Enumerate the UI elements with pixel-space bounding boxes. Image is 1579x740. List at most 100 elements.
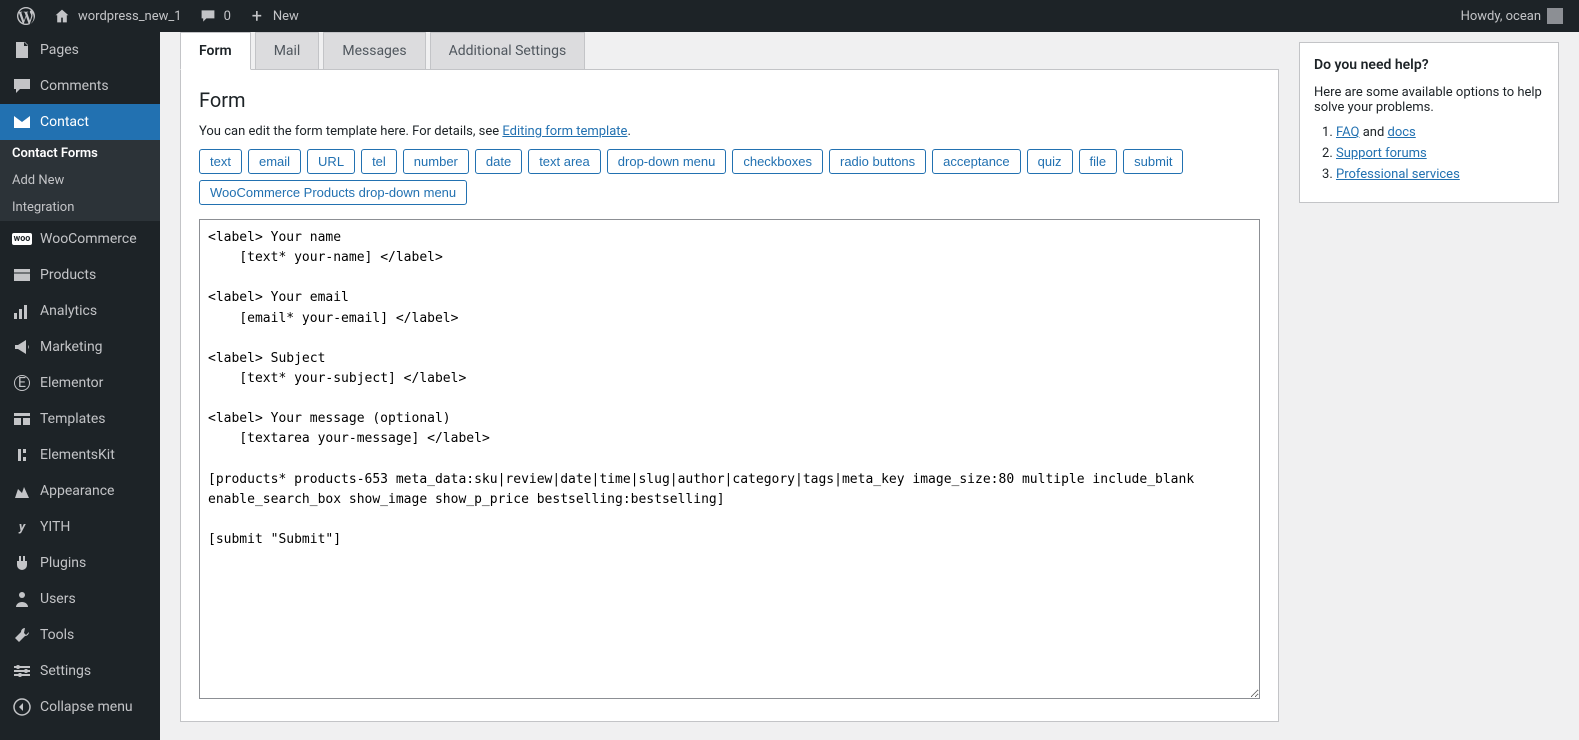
tag-button-file[interactable]: file [1079, 149, 1118, 174]
sidebar-item-label: Contact [40, 114, 89, 130]
topbar-left: wordpress_new_1 0 + New [8, 0, 307, 32]
sidebar-item-label: Users [40, 591, 76, 607]
tag-button-number[interactable]: number [403, 149, 469, 174]
sidebar-item-yith[interactable]: yYITH [0, 509, 160, 545]
tag-button-checkboxes[interactable]: checkboxes [732, 149, 823, 174]
panel-description: You can edit the form template here. For… [199, 124, 1260, 139]
sidebar-item-tools[interactable]: Tools [0, 617, 160, 653]
tag-button-submit[interactable]: submit [1123, 149, 1183, 174]
sidebar-item-elementskit[interactable]: ElementsKit [0, 437, 160, 473]
users-icon [12, 589, 32, 609]
sidebar-item-settings[interactable]: Settings [0, 653, 160, 689]
help-link[interactable]: docs [1388, 125, 1416, 140]
sidebar-subitem-add-new[interactable]: Add New [0, 167, 160, 194]
sidebar-item-comments[interactable]: Comments [0, 68, 160, 104]
sidebar-item-marketing[interactable]: Marketing [0, 329, 160, 365]
comments-link[interactable]: 0 [190, 0, 239, 32]
sidebar-item-collapse-menu[interactable]: Collapse menu [0, 689, 160, 725]
new-label: New [273, 9, 299, 24]
comment-count: 0 [224, 9, 231, 24]
sidebar-item-label: Tools [40, 627, 74, 643]
desc-suffix: . [627, 124, 630, 139]
tag-button-text[interactable]: text [199, 149, 242, 174]
collapse-icon [12, 697, 32, 717]
greeting-text: Howdy, ocean [1461, 9, 1541, 24]
templates-icon [12, 409, 32, 429]
sidebar-item-users[interactable]: Users [0, 581, 160, 617]
products-icon [12, 265, 32, 285]
help-list: FAQ and docsSupport forumsProfessional s… [1314, 125, 1544, 182]
tag-buttons-row-2: WooCommerce Products drop-down menu [199, 180, 1260, 205]
right-column: Do you need help? Here are some availabl… [1299, 32, 1579, 740]
tab-row: FormMailMessagesAdditional Settings [180, 32, 1279, 70]
tag-button-quiz[interactable]: quiz [1027, 149, 1073, 174]
sidebar-item-analytics[interactable]: Analytics [0, 293, 160, 329]
tab-additional-settings[interactable]: Additional Settings [430, 32, 586, 70]
main-content: FormMailMessagesAdditional Settings Form… [160, 32, 1299, 740]
appearance-icon [12, 481, 32, 501]
help-link[interactable]: Professional services [1336, 167, 1460, 182]
site-name-text: wordpress_new_1 [78, 9, 182, 24]
pages-icon [12, 40, 32, 60]
tag-button-woocommerce-products-drop-down-menu[interactable]: WooCommerce Products drop-down menu [199, 180, 467, 205]
sidebar-item-label: Analytics [40, 303, 97, 319]
help-list-item: Support forums [1336, 146, 1544, 161]
new-link[interactable]: + New [239, 0, 307, 32]
tag-button-date[interactable]: date [475, 149, 522, 174]
woo-icon: woo [12, 229, 32, 249]
sidebar-item-label: Pages [40, 42, 79, 58]
help-link[interactable]: Support forums [1336, 146, 1427, 161]
wp-logo[interactable] [8, 0, 44, 32]
sidebar-item-label: Comments [40, 78, 109, 94]
form-panel: Form You can edit the form template here… [180, 69, 1279, 722]
tab-form[interactable]: Form [180, 32, 251, 70]
sidebar-item-label: Products [40, 267, 96, 283]
admin-sidebar: Pages Comments Contact Contact FormsAdd New… [0, 32, 160, 740]
topbar-right[interactable]: Howdy, ocean [1453, 8, 1571, 24]
sidebar-item-pages[interactable]: Pages [0, 32, 160, 68]
plugins-icon [12, 553, 32, 573]
help-link[interactable]: FAQ [1336, 125, 1359, 140]
desc-prefix: You can edit the form template here. For… [199, 124, 502, 139]
plus-icon: + [247, 6, 267, 26]
sidebar-item-contact[interactable]: Contact [0, 104, 160, 140]
marketing-icon [12, 337, 32, 357]
elementor-icon: E [12, 373, 32, 393]
help-list-item: Professional services [1336, 167, 1544, 182]
sidebar-item-appearance[interactable]: Appearance [0, 473, 160, 509]
help-box: Do you need help? Here are some availabl… [1299, 42, 1559, 203]
form-template-textarea[interactable] [199, 219, 1260, 699]
yith-icon: y [12, 517, 32, 537]
sidebar-subitem-contact-forms[interactable]: Contact Forms [0, 140, 160, 167]
avatar-icon [1547, 8, 1563, 24]
sidebar-item-label: Appearance [40, 483, 114, 499]
editing-template-link[interactable]: Editing form template [502, 124, 627, 139]
tag-button-drop-down-menu[interactable]: drop-down menu [607, 149, 727, 174]
tag-button-text-area[interactable]: text area [528, 149, 601, 174]
wordpress-icon [16, 6, 36, 26]
site-name-link[interactable]: wordpress_new_1 [44, 0, 190, 32]
sidebar-item-templates[interactable]: Templates [0, 401, 160, 437]
sidebar-item-elementor[interactable]: EElementor [0, 365, 160, 401]
tag-buttons-row-1: textemailURLtelnumberdatetext areadrop-d… [199, 149, 1260, 174]
sidebar-item-products[interactable]: Products [0, 257, 160, 293]
tag-button-radio-buttons[interactable]: radio buttons [829, 149, 926, 174]
admin-topbar: wordpress_new_1 0 + New Howdy, ocean [0, 0, 1579, 32]
panel-heading: Form [199, 88, 1260, 112]
tools-icon [12, 625, 32, 645]
sidebar-item-label: Marketing [40, 339, 103, 355]
sidebar-subitem-integration[interactable]: Integration [0, 194, 160, 221]
tab-messages[interactable]: Messages [323, 32, 425, 70]
tag-button-email[interactable]: email [248, 149, 301, 174]
tag-button-tel[interactable]: tel [361, 149, 397, 174]
sidebar-item-label: Plugins [40, 555, 86, 571]
comment-icon [198, 6, 218, 26]
sidebar-item-label: WooCommerce [40, 231, 137, 247]
tag-button-url[interactable]: URL [307, 149, 355, 174]
sidebar-item-label: ElementsKit [40, 447, 115, 463]
help-title: Do you need help? [1314, 57, 1544, 73]
sidebar-item-plugins[interactable]: Plugins [0, 545, 160, 581]
tag-button-acceptance[interactable]: acceptance [932, 149, 1021, 174]
tab-mail[interactable]: Mail [255, 32, 320, 70]
sidebar-item-woocommerce[interactable]: woo WooCommerce [0, 221, 160, 257]
